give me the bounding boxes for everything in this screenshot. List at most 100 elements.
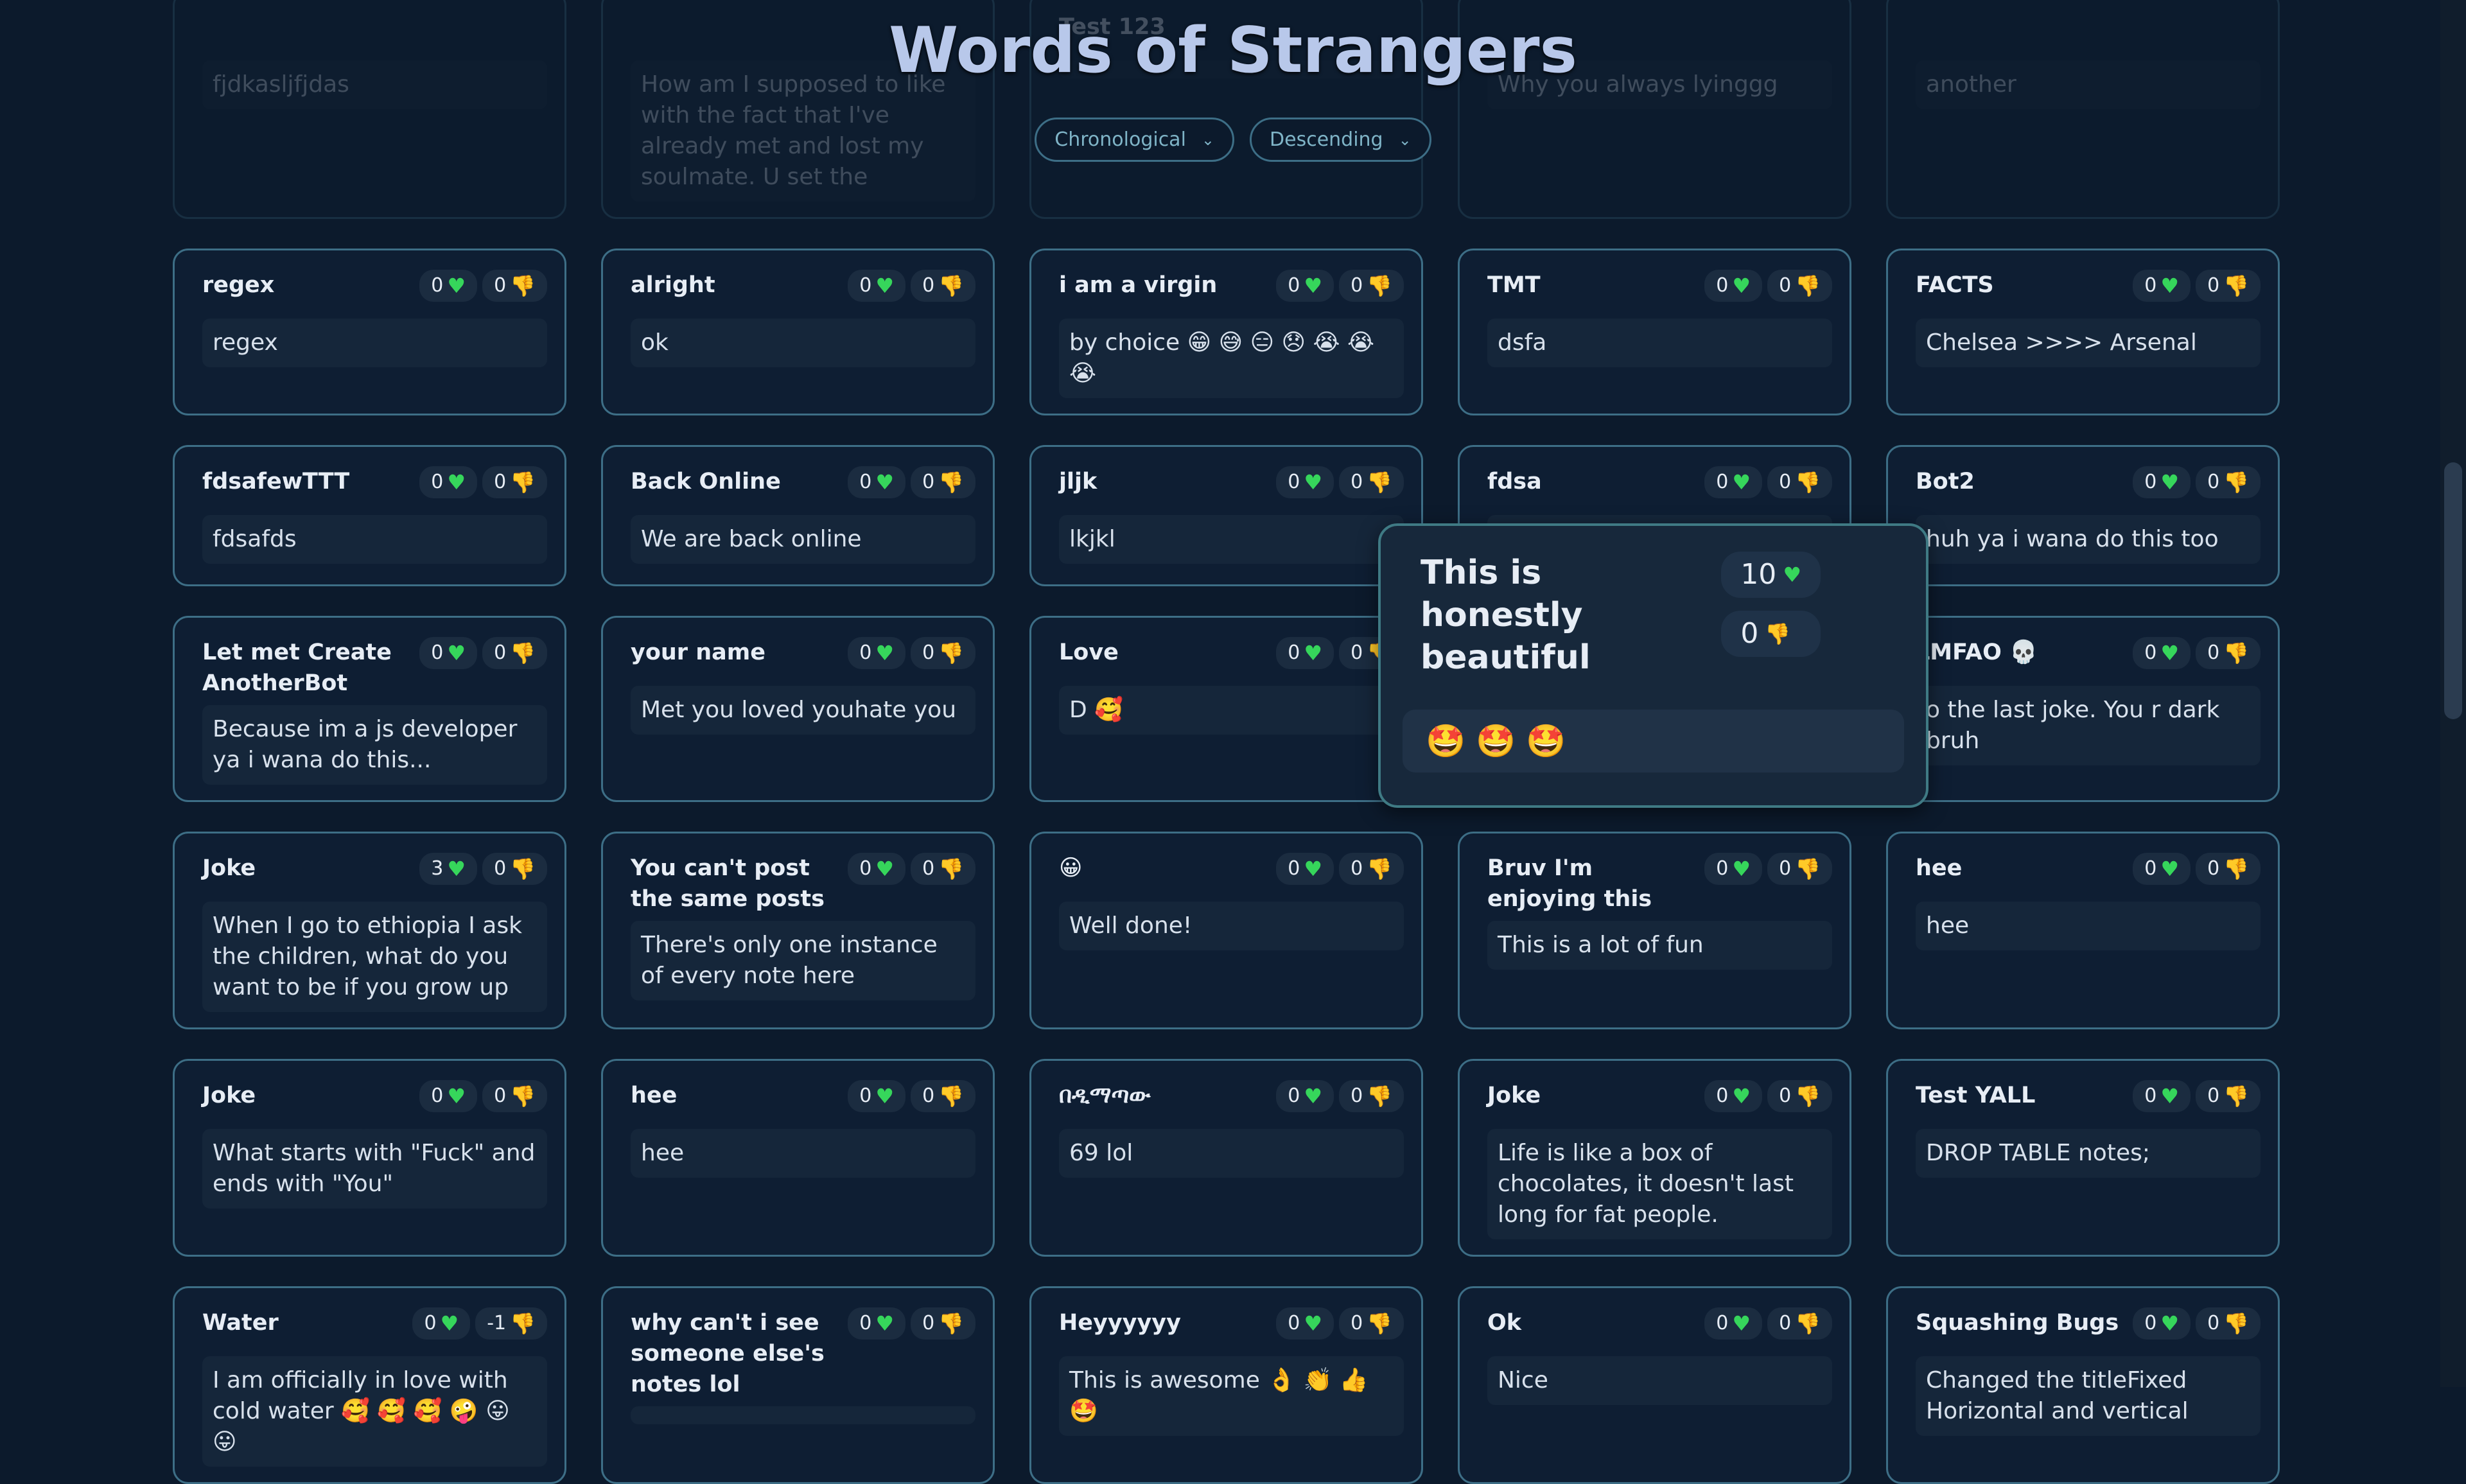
like-button[interactable]: 10 ♥ [1721,552,1821,598]
like-button[interactable]: 0 ♥ [1276,466,1334,498]
note-card[interactable]: FACTS 0 ♥ 0 👎 Chelsea >>>> Arsenal [1886,249,2280,415]
note-card[interactable]: another [1886,0,2280,219]
dislike-button[interactable]: 0👎 [1767,1080,1832,1112]
like-button[interactable]: 0 ♥ [1276,853,1334,885]
note-card[interactable]: hee 0 ♥ 0 👎 hee [1886,832,2280,1029]
note-card[interactable]: Ok 0 ♥ 0 👎 Nice [1458,1286,1851,1484]
note-card[interactable]: jljk 0 ♥ 0 👎 lkjkl [1029,445,1423,586]
note-card[interactable]: Let met Create AnotherBot 0 ♥ 0 👎 Because im … [173,616,566,802]
note-card[interactable]: your name 0 ♥ 0 👎 Met you loved youhate you [601,616,995,802]
dislike-button[interactable]: 0👎 [482,270,547,302]
heart-icon: ♥ [1732,857,1751,881]
note-card[interactable]: regex 0 ♥ 0 👎 regex [173,249,566,415]
dislike-button[interactable]: 0👎 [2196,1307,2260,1340]
note-card[interactable]: Bruv I'm enjoying this 0 ♥ 0 👎 This is a lot … [1458,832,1851,1029]
dislike-button[interactable]: 0👎 [2196,637,2260,669]
dislike-button[interactable]: 0👎 [482,1080,547,1112]
dislike-button[interactable]: 0👎 [911,853,975,885]
like-button[interactable]: 0 ♥ [2133,637,2191,669]
like-button[interactable]: 0 ♥ [419,466,478,498]
dislike-button[interactable]: 0👎 [1767,466,1832,498]
like-button[interactable]: 0 ♥ [419,637,478,669]
note-card[interactable]: fjdkasljfjdas [173,0,566,219]
note-card[interactable]: Joke 3 ♥ 0 👎 When I go to ethiopia I ask the … [173,832,566,1029]
note-card[interactable]: 😀 0 ♥ 0 👎 Well done! [1029,832,1423,1029]
note-card[interactable]: Test YALL 0 ♥ 0 👎 DROP TABLE notes; [1886,1059,2280,1257]
dislike-button[interactable]: 0👎 [2196,1080,2260,1112]
like-button[interactable]: 0 ♥ [2133,1307,2191,1340]
dislike-button[interactable]: 0👎 [911,466,975,498]
dislike-button[interactable]: 0👎 [2196,853,2260,885]
note-card[interactable]: በዲማጣው 0 ♥ 0 👎 69 lol [1029,1059,1423,1257]
like-button[interactable]: 0 ♥ [2133,853,2191,885]
like-button[interactable]: 0 ♥ [848,637,906,669]
like-button[interactable]: 0 ♥ [419,1080,478,1112]
note-card[interactable]: Joke 0 ♥ 0 👎 Life is like a box of chocolates… [1458,1059,1851,1257]
note-card[interactable]: TMT 0 ♥ 0 👎 dsfa [1458,249,1851,415]
dislike-button[interactable]: 0👎 [482,637,547,669]
note-card[interactable]: Love0♥0👎D 🥰 [1029,616,1423,802]
note-card[interactable]: Heyyyyyy 0 ♥ 0 👎 This is awesome 👌 👏 👍 🤩 [1029,1286,1423,1484]
like-button[interactable]: 0 ♥ [1276,1307,1334,1340]
like-button[interactable]: 0 ♥ [848,1307,906,1340]
dislike-button[interactable]: 0👎 [2196,270,2260,302]
note-card[interactable]: LMFAO 💀 0 ♥ 0 👎 o the last joke. You r dark b… [1886,616,2280,802]
sort-by-select[interactable]: Chronological ⌄ [1035,118,1235,162]
like-button[interactable]: 0 ♥ [1704,1307,1763,1340]
like-button[interactable]: 0 ♥ [1276,637,1334,669]
dislike-button[interactable]: 0👎 [1339,1080,1404,1112]
like-button[interactable]: 0 ♥ [1704,1080,1763,1112]
note-card[interactable]: hee 0 ♥ 0 👎 hee [601,1059,995,1257]
expanded-note-card[interactable]: This is honestly beautiful 10 ♥ 0 👎 🤩 🤩 … [1378,523,1928,808]
note-card[interactable]: Why you always lyinggg [1458,0,1851,219]
dislike-button[interactable]: 0👎 [911,270,975,302]
dislike-button[interactable]: -1 👎 [475,1307,547,1340]
dislike-button[interactable]: 0👎 [2196,466,2260,498]
heart-icon: ♥ [875,1084,895,1108]
dislike-button[interactable]: 0👎 [1339,853,1404,885]
like-button[interactable]: 0 ♥ [848,466,906,498]
like-button[interactable]: 0 ♥ [848,1080,906,1112]
dislike-button[interactable]: 0👎 [482,466,547,498]
dislike-button[interactable]: 0👎 [911,637,975,669]
like-button[interactable]: 0 ♥ [1704,853,1763,885]
like-button[interactable]: 0 ♥ [1704,270,1763,302]
like-button[interactable]: 0 ♥ [2133,270,2191,302]
like-button[interactable]: 3 ♥ [419,853,478,885]
note-card[interactable]: Test 123 [1029,0,1423,219]
like-button[interactable]: 0 ♥ [412,1307,471,1340]
dislike-button[interactable]: 0👎 [482,853,547,885]
like-button[interactable]: 0 ♥ [2133,466,2191,498]
scrollbar-thumb[interactable] [2444,462,2462,719]
note-card[interactable]: fdsafewTTT 0 ♥ 0 👎 fdsafds [173,445,566,586]
note-card[interactable]: Back Online 0 ♥ 0 👎 We are back online [601,445,995,586]
dislike-button[interactable]: 0👎 [911,1307,975,1340]
dislike-button[interactable]: 0👎 [1339,1307,1404,1340]
dislike-button[interactable]: 0👎 [1339,466,1404,498]
note-body: Well done! [1059,902,1404,950]
like-button[interactable]: 0 ♥ [848,853,906,885]
like-button[interactable]: 0 ♥ [2133,1080,2191,1112]
note-card[interactable]: Bot2 0 ♥ 0 👎 huh ya i wana do this too [1886,445,2280,586]
like-button[interactable]: 0 ♥ [419,270,478,302]
note-card[interactable]: Water 0 ♥ -1 👎 I am officially in love with c… [173,1286,566,1484]
like-button[interactable]: 0 ♥ [848,270,906,302]
dislike-button[interactable]: 0 👎 [1721,611,1821,657]
note-card[interactable]: alright 0 ♥ 0 👎 ok [601,249,995,415]
like-button[interactable]: 0 ♥ [1276,270,1334,302]
note-card[interactable]: You can't post the same posts 0 ♥ 0 👎 There's… [601,832,995,1029]
order-select[interactable]: Descending ⌄ [1250,118,1431,162]
dislike-button[interactable]: 0👎 [1339,270,1404,302]
note-card[interactable]: Joke 0 ♥ 0 👎 What starts with "Fuck" and ends… [173,1059,566,1257]
like-button[interactable]: 0 ♥ [1276,1080,1334,1112]
dislike-button[interactable]: 0👎 [911,1080,975,1112]
dislike-button[interactable]: 0👎 [1767,270,1832,302]
note-card[interactable]: why can't i see someone else's notes lol… [601,1286,995,1484]
scrollbar[interactable] [2440,0,2466,1387]
like-button[interactable]: 0 ♥ [1704,466,1763,498]
note-card[interactable]: Squashing Bugs 0 ♥ 0 👎 Changed the titleFixed… [1886,1286,2280,1484]
dislike-button[interactable]: 0👎 [1767,1307,1832,1340]
note-card[interactable]: i am a virgin 0 ♥ 0 👎 by choice 😁 😅 😑 😞 😭 😭 😭 [1029,249,1423,415]
dislike-button[interactable]: 0👎 [1767,853,1832,885]
note-card[interactable]: How am I supposed to like with the fact … [601,0,995,219]
